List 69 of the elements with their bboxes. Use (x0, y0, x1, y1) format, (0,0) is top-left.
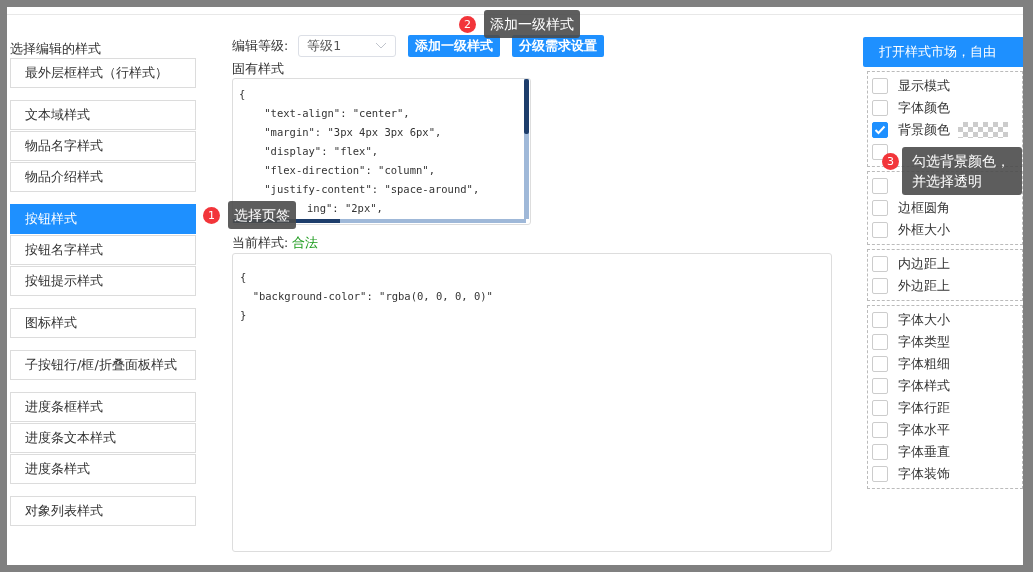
current-style-label: 当前样式: (232, 235, 289, 250)
checkbox[interactable] (872, 200, 888, 216)
style-tab[interactable]: 按钮提示样式 (10, 266, 196, 296)
checkbox-label: 字体粗细 (898, 355, 950, 373)
chevron-down-icon (375, 42, 388, 50)
panel-title: 选择编辑的样式 (10, 41, 102, 57)
checkbox-label: 外边距上 (898, 277, 950, 295)
checkbox[interactable] (872, 256, 888, 272)
checkbox[interactable] (872, 178, 888, 194)
checkbox[interactable] (872, 334, 888, 350)
checkbox-label: 边框圆角 (898, 199, 950, 217)
checkbox[interactable] (872, 378, 888, 394)
checkbox[interactable] (872, 122, 888, 138)
style-tab[interactable]: 物品名字样式 (10, 131, 196, 161)
style-tab[interactable]: 文本域样式 (10, 100, 196, 130)
checkbox-label: 字体大小 (898, 311, 950, 329)
checkbox-label: 字体颜色 (898, 99, 950, 117)
tooltip: 勾选背景颜色，并选择透明 (902, 147, 1022, 195)
code-line: "justify-content": "space-around", (263, 182, 480, 197)
style-tab[interactable]: 物品介绍样式 (10, 162, 196, 192)
style-tab[interactable]: 最外层框样式（行样式） (10, 58, 196, 88)
checkbox[interactable] (872, 222, 888, 238)
checkbox-label: 字体水平 (898, 421, 950, 439)
checkbox[interactable] (872, 78, 888, 94)
code-line: "background-color": "rgba(0, 0, 0, 0)" (251, 289, 494, 304)
checkbox-label: 字体装饰 (898, 465, 950, 483)
step-badge: 1 (203, 206, 220, 224)
checkbox[interactable] (872, 444, 888, 460)
step-badge: 2 (459, 15, 476, 33)
step-badge: 3 (882, 153, 899, 170)
checkbox-label: 字体垂直 (898, 443, 950, 461)
code-line: "flex-direction": "column", (263, 163, 435, 178)
code-box[interactable]: { "background-color": "rgba(0, 0, 0, 0)" } (232, 253, 832, 552)
style-tab[interactable]: 按钮名字样式 (10, 235, 196, 265)
code-line: ing": "2px", (307, 201, 383, 216)
checkbox[interactable] (872, 466, 888, 482)
tooltip: 添加一级样式 (484, 10, 580, 38)
style-tab[interactable]: 对象列表样式 (10, 496, 196, 526)
code-line: { (240, 270, 248, 285)
checkbox[interactable] (872, 422, 888, 438)
style-tab[interactable]: 进度条框样式 (10, 392, 196, 422)
checkbox-label: 字体行距 (898, 399, 950, 417)
level-select[interactable]: 等级1 (298, 35, 397, 57)
tooltip: 选择页签 (228, 201, 296, 229)
style-tab[interactable]: 进度条文本样式 (10, 423, 196, 453)
status-text: 合法 (292, 235, 319, 250)
checkbox-label: 字体类型 (898, 333, 950, 351)
code-line: { (239, 87, 246, 102)
style-tab[interactable]: 子按钮行/框/折叠面板样式 (10, 350, 196, 380)
checkbox-label: 显示模式 (898, 77, 950, 95)
checkbox[interactable] (872, 400, 888, 416)
code-line: } (240, 308, 248, 323)
checkbox-label: 外框大小 (898, 221, 950, 239)
checkbox[interactable] (872, 312, 888, 328)
section-title: 固有样式 (232, 61, 285, 78)
checkbox[interactable] (872, 356, 888, 372)
code-line: "margin": "3px 4px 3px 6px", (263, 125, 442, 140)
level-label: 编辑等级: (232, 37, 289, 55)
transparent-swatch[interactable] (958, 122, 1008, 138)
checkbox[interactable] (872, 100, 888, 116)
checkbox[interactable] (872, 278, 888, 294)
code-line: "display": "flex", (263, 144, 379, 159)
checkbox-label: 字体样式 (898, 377, 950, 395)
scrollbar-thumb[interactable] (524, 79, 529, 134)
style-tab[interactable]: 图标样式 (10, 308, 196, 338)
checkbox-label: 背景颜色 (898, 121, 950, 139)
code-line: "text-align": "center", (263, 106, 410, 121)
checkbox-label: 内边距上 (898, 255, 950, 273)
style-tab[interactable]: 进度条样式 (10, 454, 196, 484)
